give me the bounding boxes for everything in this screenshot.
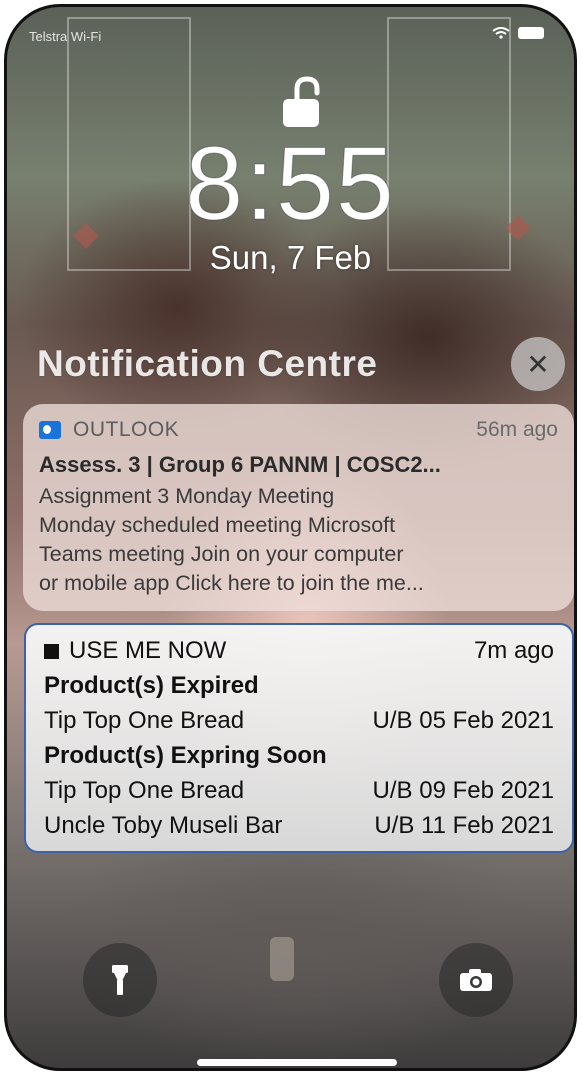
- camera-button[interactable]: [439, 943, 513, 1017]
- product-row: Tip Top One Bread U/B 05 Feb 2021: [44, 703, 554, 738]
- product-date: U/B 05 Feb 2021: [372, 706, 554, 734]
- notification-header: OUTLOOK 56m ago: [39, 416, 558, 444]
- unlocked-padlock-icon: [283, 76, 320, 127]
- product-name: Tip Top One Bread: [44, 706, 245, 734]
- flashlight-icon: [112, 965, 128, 995]
- product-date: U/B 09 Feb 2021: [372, 776, 554, 804]
- battery-icon: [518, 27, 544, 39]
- close-icon: ✕: [526, 348, 550, 380]
- notification-centre-title: Notification Centre: [37, 343, 378, 384]
- product-row: Tip Top One Bread U/B 09 Feb 2021: [44, 773, 554, 808]
- camera-icon: [460, 969, 492, 991]
- outlook-app-icon: [39, 421, 61, 439]
- notification-app-name: OUTLOOK: [73, 418, 180, 441]
- expiring-heading: Product(s) Expring Soon: [44, 741, 327, 769]
- expired-heading: Product(s) Expired: [44, 671, 259, 699]
- notification-time: 56m ago: [476, 418, 558, 441]
- background-zipper: [270, 937, 294, 981]
- phone-screen: Telstra Wi-Fi 8:55 Sun, 7 Feb Notificati…: [4, 4, 577, 1071]
- notification-body-line: Teams meeting Join on your computer: [39, 542, 404, 566]
- outlook-notification[interactable]: OUTLOOK 56m ago Assess. 3 | Group 6 PANN…: [23, 404, 574, 611]
- notification-app-name: USE ME NOW: [69, 636, 227, 664]
- status-icons: [492, 27, 544, 39]
- wifi-icon: [492, 27, 510, 39]
- product-name: Uncle Toby Museli Bar: [44, 811, 283, 839]
- notification-time: 7m ago: [473, 636, 554, 664]
- flashlight-button[interactable]: [83, 943, 157, 1017]
- notification-body-line: or mobile app Click here to join the me.…: [39, 571, 424, 595]
- product-name: Tip Top One Bread: [44, 776, 245, 804]
- square-bullet-icon: [44, 643, 59, 659]
- notification-body: Assignment 3 Monday Meeting Monday sched…: [39, 482, 558, 598]
- lockscreen-clock: 8:55: [185, 126, 396, 243]
- notification-header: USE ME NOW 7m ago: [44, 633, 554, 668]
- home-indicator[interactable]: [197, 1059, 397, 1066]
- notification-body-line: Assignment 3 Monday Meeting: [39, 484, 335, 508]
- notification-subject: Assess. 3 | Group 6 PANNM | COSC2...: [39, 452, 441, 477]
- lockscreen-date: Sun, 7 Feb: [209, 239, 372, 276]
- product-row: Uncle Toby Museli Bar U/B 11 Feb 2021: [44, 808, 554, 843]
- notification-body-line: Monday scheduled meeting Microsoft: [39, 513, 396, 537]
- clear-notifications-button[interactable]: ✕: [511, 337, 565, 391]
- carrier-label: Telstra Wi-Fi: [29, 29, 102, 44]
- product-date: U/B 11 Feb 2021: [374, 811, 554, 839]
- useme-notification[interactable]: USE ME NOW 7m ago Product(s) Expired Tip…: [24, 623, 574, 853]
